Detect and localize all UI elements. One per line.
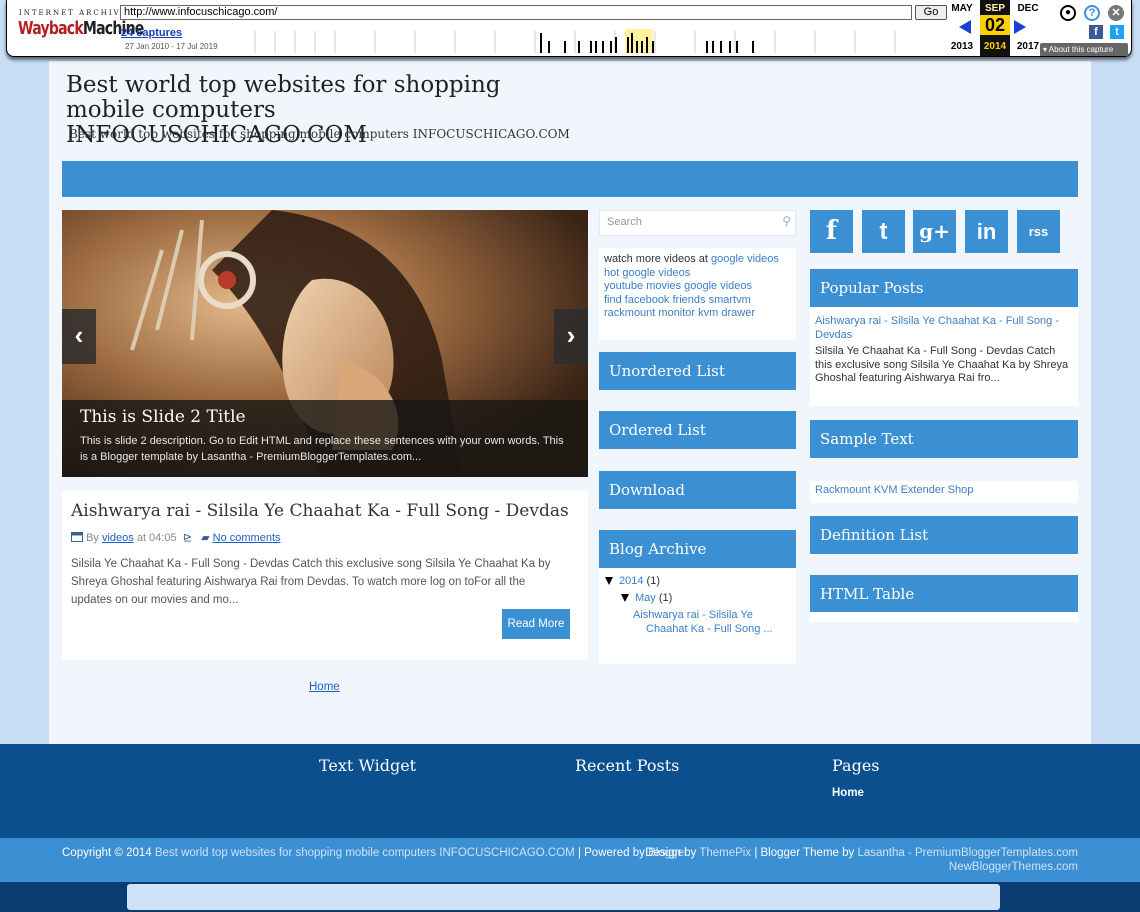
slide-title: This is Slide 2 Title bbox=[80, 407, 246, 427]
user-icon[interactable]: ● bbox=[1060, 5, 1076, 21]
popular-post-link[interactable]: Aishwarya rai - Silsila Ye Chaahat Ka - … bbox=[815, 315, 1059, 341]
lasantha-link[interactable]: Lasantha - PremiumBloggerTemplates.com bbox=[857, 847, 1078, 859]
widget-title-definition-list: Definition List bbox=[810, 516, 1078, 554]
next-capture-arrow-icon[interactable] bbox=[1014, 20, 1026, 34]
expand-toggle-icon[interactable] bbox=[605, 577, 613, 586]
popular-post-snippet: Silsila Ye Chaahat Ka - Full Song - Devd… bbox=[815, 345, 1069, 384]
slider-next-button[interactable]: › bbox=[554, 309, 588, 364]
link-widget: watch more videos at google videos hot g… bbox=[599, 248, 796, 340]
link-youtube-movies[interactable]: youtube movies google videos bbox=[604, 280, 752, 292]
post-title[interactable]: Aishwarya rai - Silsila Ye Chaahat Ka - … bbox=[71, 501, 569, 521]
capture-range: 27 Jan 2010 - 17 Jul 2019 bbox=[125, 42, 218, 51]
read-more-button[interactable]: Read More bbox=[502, 609, 570, 639]
popular-posts: Aishwarya rai - Silsila Ye Chaahat Ka - … bbox=[810, 307, 1078, 406]
search-input[interactable]: Search ⚲ bbox=[599, 210, 796, 236]
archive-year-link[interactable]: 2014 bbox=[619, 575, 643, 587]
twitter-icon[interactable]: t bbox=[862, 210, 905, 253]
label-tree-icon: ⊵ bbox=[182, 532, 192, 544]
capture-sparkline[interactable] bbox=[225, 29, 947, 53]
home-link[interactable]: Home bbox=[309, 681, 340, 693]
archive-post-link[interactable]: Aishwarya rai - Silsila Ye Chaahat Ka - F… bbox=[633, 609, 773, 635]
next-month-label: DEC bbox=[1017, 3, 1039, 14]
footer-title-recent-posts: Recent Posts bbox=[575, 756, 680, 775]
newbloggerthemes-link[interactable]: NewBloggerThemes.com bbox=[949, 861, 1078, 873]
link-google-videos[interactable]: google videos bbox=[711, 253, 779, 265]
widget-title-ordered-list: Ordered List bbox=[599, 411, 796, 449]
captures-link[interactable]: 24 captures bbox=[121, 27, 182, 39]
rss-icon[interactable]: rss bbox=[1017, 210, 1060, 253]
post-excerpt: Silsila Ye Chaahat Ka - Full Song - Devd… bbox=[71, 558, 551, 606]
expand-toggle-icon[interactable] bbox=[621, 594, 629, 603]
facebook-icon[interactable]: f bbox=[810, 210, 853, 253]
copyright-site-link[interactable]: Best world top websites for shopping mob… bbox=[155, 847, 575, 859]
google-plus-icon[interactable]: g+ bbox=[913, 210, 956, 253]
slider-prev-button[interactable]: ‹ bbox=[62, 309, 96, 364]
link-hot-google-videos[interactable]: hot google videos bbox=[604, 267, 690, 279]
linkedin-icon[interactable]: in bbox=[965, 210, 1008, 253]
search-icon[interactable]: ⚲ bbox=[782, 214, 791, 228]
wayback-url-input[interactable]: http://www.infocuschicago.com/ bbox=[120, 5, 912, 20]
bottom-strip bbox=[0, 882, 1140, 912]
footer-widgets bbox=[0, 744, 1140, 838]
prev-month-label: MAY bbox=[951, 3, 973, 14]
post-author-link[interactable]: videos bbox=[102, 532, 134, 544]
comment-icon: ▰ bbox=[201, 532, 210, 544]
calendar-icon bbox=[71, 532, 83, 542]
site-description: Best world top websites for shopping mob… bbox=[69, 127, 570, 141]
link-rackmount-monitor[interactable]: rackmount monitor kvm drawer bbox=[604, 307, 755, 319]
footer-title-text-widget: Text Widget bbox=[319, 756, 417, 775]
archive-month-link[interactable]: May bbox=[635, 592, 656, 604]
link-facebook-friends[interactable]: find facebook friends smartvm bbox=[604, 294, 751, 306]
help-icon[interactable]: ? bbox=[1084, 5, 1100, 21]
themepix-link[interactable]: ThemePix bbox=[699, 847, 751, 859]
twitter-icon[interactable]: t bbox=[1110, 25, 1124, 39]
blog-archive: 2014 (1) May (1) Aishwarya rai - Silsila… bbox=[599, 568, 796, 664]
slide-caption: This is Slide 2 Title This is slide 2 de… bbox=[62, 400, 588, 477]
facebook-icon[interactable]: f bbox=[1089, 25, 1103, 39]
slide-description: This is slide 2 description. Go to Edit … bbox=[80, 435, 564, 463]
bottom-bar bbox=[127, 884, 1000, 910]
widget-title-download: Download bbox=[599, 471, 796, 509]
footer-title-pages: Pages bbox=[832, 756, 880, 775]
featured-slider[interactable]: ‹ › This is Slide 2 Title This is slide … bbox=[62, 210, 588, 477]
archive-logo-caption: INTERNET ARCHIVE bbox=[19, 9, 128, 17]
html-table-widget bbox=[810, 612, 1078, 622]
current-capture-date: SEP 02 2014 bbox=[980, 0, 1010, 56]
widget-title-html-table: HTML Table bbox=[810, 575, 1078, 613]
sample-text-link[interactable]: Rackmount KVM Extender Shop bbox=[810, 481, 1078, 503]
wayback-toolbar: INTERNET ARCHIVE WaybackMachine http://w… bbox=[6, 0, 1132, 57]
prev-capture-arrow-icon[interactable] bbox=[959, 20, 971, 34]
close-icon[interactable]: ✕ bbox=[1108, 5, 1124, 21]
widget-title-unordered-list: Unordered List bbox=[599, 352, 796, 390]
go-button[interactable]: Go bbox=[915, 5, 947, 20]
post-comments-link[interactable]: No comments bbox=[213, 532, 281, 544]
copyright-text: Copyright © 2014 Best world top websites… bbox=[62, 847, 688, 859]
footer-home-link[interactable]: Home bbox=[832, 787, 864, 799]
widget-title-sample-text: Sample Text bbox=[810, 420, 1078, 458]
main-nav-bar bbox=[62, 161, 1078, 197]
post-card: Aishwarya rai - Silsila Ye Chaahat Ka - … bbox=[62, 491, 588, 660]
post-meta: By videos at 04:05 ⊵ ▰ No comments bbox=[71, 531, 281, 544]
prev-year-label: 2013 bbox=[950, 41, 974, 52]
widget-title-popular-posts: Popular Posts bbox=[810, 269, 1078, 307]
design-credits: Design by ThemePix | Blogger Theme by La… bbox=[645, 847, 1078, 873]
about-capture-button[interactable]: ▾ About this capture bbox=[1040, 43, 1128, 56]
widget-title-blog-archive: Blog Archive bbox=[599, 530, 796, 568]
